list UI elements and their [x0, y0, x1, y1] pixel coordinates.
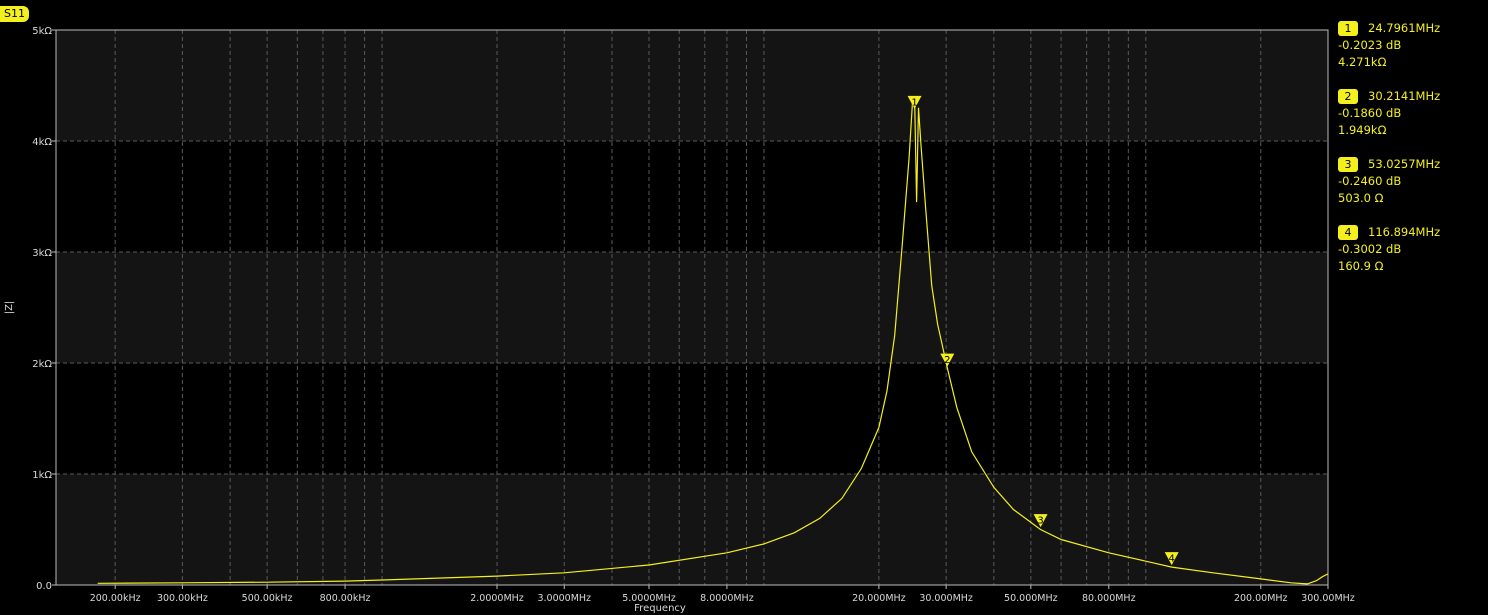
y-tick-labels: 0.0 1kΩ 2kΩ 3kΩ 4kΩ 5kΩ — [32, 26, 52, 592]
plot-band — [56, 474, 1328, 585]
marker-number: 3 — [1037, 516, 1043, 527]
x-tick-label: 300.00MHz — [1301, 593, 1355, 604]
marker-number: 4 — [1169, 554, 1175, 565]
plot-band — [56, 252, 1328, 363]
x-tick-label: 2.0000MHz — [470, 593, 524, 604]
x-axis-label: Frequency — [634, 603, 686, 614]
y-tick-label: 4kΩ — [32, 137, 52, 148]
trace-label-badge[interactable]: S11 — [0, 6, 29, 22]
marker-db: -0.1860 dB — [1338, 106, 1402, 120]
x-tick-label: 3.0000MHz — [537, 593, 591, 604]
x-tick-label: 80.000MHz — [1082, 593, 1136, 604]
x-tick-label: 300.00kHz — [157, 593, 208, 604]
marker-readout-panel: 1 24.7961MHz -0.2023 dB 4.271kΩ 2 30.214… — [1338, 20, 1483, 292]
marker-number-badge: 2 — [1338, 89, 1358, 104]
marker-number-badge: 3 — [1338, 157, 1358, 172]
marker-number: 2 — [944, 355, 950, 366]
x-tick-label: 200.00MHz — [1234, 593, 1288, 604]
x-tick-label: 50.000MHz — [1004, 593, 1058, 604]
marker-impedance: 4.271kΩ — [1338, 55, 1387, 69]
marker-db: -0.3002 dB — [1338, 242, 1402, 256]
impedance-chart: 0.0 1kΩ 2kΩ 3kΩ 4kΩ 5kΩ 200.00kHz 300.00kHz 500… — [4, 26, 1355, 614]
marker-impedance: 503.0 Ω — [1338, 191, 1384, 205]
y-tick-label: 5kΩ — [32, 26, 52, 37]
plot-band — [56, 30, 1328, 141]
plot-bands — [56, 30, 1328, 585]
x-tick-label: 500.00kHz — [242, 593, 293, 604]
x-tick-label: 800.00kHz — [320, 593, 371, 604]
x-tick-label: 30.000MHz — [919, 593, 973, 604]
y-tick-label: 2kΩ — [32, 359, 52, 370]
x-tick-label: 20.000MHz — [852, 593, 906, 604]
marker-readout-4[interactable]: 4 116.894MHz -0.3002 dB 160.9 Ω — [1338, 224, 1483, 292]
marker-number-badge: 1 — [1338, 21, 1358, 36]
marker-frequency: 24.7961MHz — [1368, 21, 1441, 35]
y-tick-label: 1kΩ — [32, 470, 52, 481]
marker-number: 1 — [911, 97, 917, 108]
marker-impedance: 1.949kΩ — [1338, 123, 1387, 137]
marker-readout-3[interactable]: 3 53.0257MHz -0.2460 dB 503.0 Ω — [1338, 156, 1483, 224]
y-tick-label: 0.0 — [36, 581, 52, 592]
marker-frequency: 116.894MHz — [1368, 225, 1441, 239]
marker-impedance: 160.9 Ω — [1338, 259, 1384, 273]
marker-db: -0.2460 dB — [1338, 174, 1402, 188]
y-axis-label: |Z| — [4, 301, 15, 315]
marker-frequency: 53.0257MHz — [1368, 157, 1441, 171]
x-tick-label: 200.00kHz — [90, 593, 141, 604]
marker-frequency: 30.2141MHz — [1368, 89, 1441, 103]
marker-db: -0.2023 dB — [1338, 38, 1402, 52]
marker-readout-2[interactable]: 2 30.2141MHz -0.1860 dB 1.949kΩ — [1338, 88, 1483, 156]
marker-number-badge: 4 — [1338, 225, 1358, 240]
x-tick-label: 8.0000MHz — [700, 593, 754, 604]
x-tick-labels: 200.00kHz 300.00kHz 500.00kHz 800.00kHz 2.00… — [90, 585, 1355, 604]
y-tick-label: 3kΩ — [32, 248, 52, 259]
marker-readout-1[interactable]: 1 24.7961MHz -0.2023 dB 4.271kΩ — [1338, 20, 1483, 88]
